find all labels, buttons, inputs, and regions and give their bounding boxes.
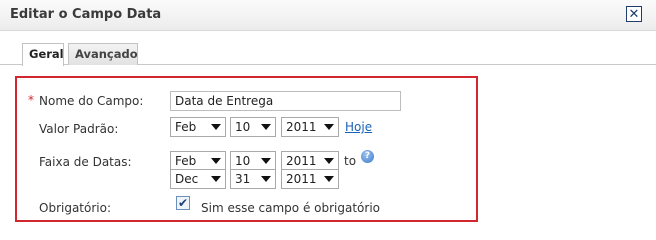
chevron-down-icon [211,176,221,182]
nome-label: Nome do Campo: [39,94,144,108]
select-value: 10 [235,120,251,134]
valor-padrao-year-select[interactable]: 2011 [281,117,339,137]
select-value: 10 [235,154,251,168]
chevron-down-icon [324,124,334,130]
select-value: Feb [175,120,197,134]
faixa-start-month-select[interactable]: Feb [170,151,226,171]
tab-avancado[interactable]: Avançado [68,43,138,65]
dialog-titlebar: Editar o Campo Data ✕ [0,0,656,31]
valor-padrao-day-select[interactable]: 10 [230,117,276,137]
checkmark-icon: ✔ [177,196,189,210]
faixa-start-year-select[interactable]: 2011 [281,151,339,171]
faixa-start-day-select[interactable]: 10 [230,151,276,171]
dialog-title: Editar o Campo Data [10,7,162,22]
to-label: to [344,154,357,168]
chevron-down-icon [261,124,271,130]
faixa-end-year-select[interactable]: 2011 [281,169,339,189]
select-value: Dec [175,172,199,186]
chevron-down-icon [261,158,271,164]
faixa-label: Faixa de Datas: [39,155,132,169]
valor-padrao-label: Valor Padrão: [39,122,119,136]
faixa-end-month-select[interactable]: Dec [170,169,226,189]
chevron-down-icon [211,124,221,130]
nome-input[interactable] [170,91,401,111]
tab-geral[interactable]: Geral [22,43,64,66]
select-value: 2011 [286,154,317,168]
chevron-down-icon [211,158,221,164]
faixa-end-day-select[interactable]: 31 [230,169,276,189]
chevron-down-icon [324,176,334,182]
hoje-link[interactable]: Hoje [345,120,372,134]
obrigatorio-checkbox-label[interactable]: Sim esse campo é obrigatório [201,201,380,215]
select-value: 31 [235,172,251,186]
help-icon[interactable]: ? [361,150,374,163]
obrigatorio-checkbox[interactable]: ✔ [176,196,190,210]
close-icon: ✕ [628,6,640,22]
valor-padrao-month-select[interactable]: Feb [170,117,226,137]
obrigatorio-label: Obrigatório: [39,201,111,215]
chevron-down-icon [261,176,271,182]
close-button[interactable]: ✕ [626,6,642,22]
select-value: 2011 [286,120,317,134]
required-marker: * [28,93,34,107]
select-value: 2011 [286,172,317,186]
chevron-down-icon [324,158,334,164]
select-value: Feb [175,154,197,168]
